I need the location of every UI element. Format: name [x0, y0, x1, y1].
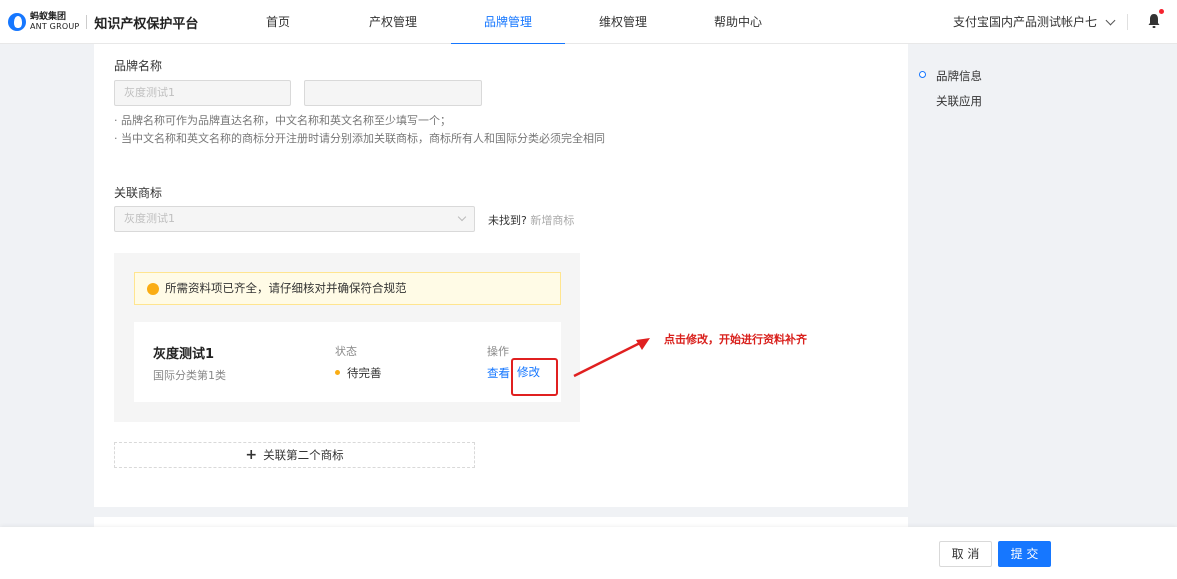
notification-dot: [1159, 9, 1164, 14]
bell-icon[interactable]: [1147, 13, 1161, 29]
brand-name-label: 品牌名称: [114, 59, 163, 73]
logo-cn-text: 蚂蚁集团: [30, 12, 67, 22]
trademark-item: [134, 322, 561, 402]
annotation-arrow-icon: [573, 338, 650, 378]
brand-name-hint-2: · 当中文名称和英文名称的商标分开注册时请分别添加关联商标，商标所有人和国际分类…: [114, 132, 605, 145]
top-navbar: 蚂蚁集团 ANT GROUP 知识产权保护平台 首页 产权管理 品牌管理 维权管…: [0, 0, 1177, 45]
nav-rights-protection[interactable]: 维权管理: [594, 0, 652, 44]
plus-icon: +: [245, 447, 258, 463]
add-second-trademark-label: 关联第二个商标: [263, 448, 344, 462]
nav-help-center[interactable]: 帮助中心: [709, 0, 767, 44]
warning-dot-icon: [147, 283, 159, 295]
brand-name-en-input[interactable]: [304, 80, 482, 106]
not-found-row: 未找到? 新增商标: [488, 212, 574, 228]
trademark-select-value: 灰度测试1: [124, 212, 175, 225]
chevron-down-icon: [457, 212, 467, 222]
ant-logo-icon: [8, 13, 26, 31]
ant-group-logo[interactable]: 蚂蚁集团 ANT GROUP 知识产权保护平台: [8, 10, 198, 34]
platform-title: 知识产权保护平台: [94, 16, 199, 32]
status-dot: [335, 370, 340, 375]
status-value: 待完善: [347, 366, 382, 380]
cancel-button[interactable]: 取 消: [939, 541, 992, 567]
account-dropdown[interactable]: 支付宝国内产品测试帐户七: [953, 0, 1116, 44]
anchor-nav: [908, 44, 1177, 527]
anchor-related-apps[interactable]: 关联应用: [936, 93, 982, 109]
logo-en-text: ANT GROUP: [30, 22, 80, 31]
nav-home[interactable]: 首页: [258, 0, 298, 44]
alert-text: 所需资料项已齐全，请仔细核对并确保符合规范: [165, 281, 407, 295]
anchor-active-dot-icon: [919, 71, 926, 78]
trademark-label: 关联商标: [114, 186, 163, 200]
annotation-note: 点击修改，开始进行资料补齐: [664, 333, 807, 346]
submit-button[interactable]: 提 交: [998, 541, 1051, 567]
brand-name-cn-input[interactable]: 灰度测试1: [114, 80, 291, 106]
nav-ip-management[interactable]: 产权管理: [364, 0, 422, 44]
chevron-down-icon: [1105, 15, 1116, 25]
view-link[interactable]: 查看: [487, 365, 510, 381]
completeness-alert: 所需资料项已齐全，请仔细核对并确保符合规范: [134, 272, 561, 305]
annotation-highlight-box: [511, 358, 558, 396]
account-name: 支付宝国内产品测试帐户七: [953, 15, 1098, 29]
trademark-select[interactable]: 灰度测试1: [114, 206, 475, 232]
anchor-brand-info[interactable]: 品牌信息: [936, 68, 982, 84]
trademark-class: 国际分类第1类: [153, 369, 226, 382]
logo-divider: [86, 15, 88, 29]
add-trademark-link[interactable]: 新增商标: [530, 214, 574, 227]
action-header: 操作: [487, 345, 509, 358]
nav-divider: [1127, 14, 1128, 30]
not-found-text: 未找到?: [488, 214, 527, 227]
brand-name-hint-1: · 品牌名称可作为品牌直达名称，中文名称和英文名称至少填写一个；: [114, 114, 451, 127]
card-bottom-strip: [94, 517, 908, 527]
nav-brand-management[interactable]: 品牌管理: [451, 0, 565, 45]
trademark-name: 灰度测试1: [153, 347, 215, 362]
add-second-trademark-button[interactable]: + 关联第二个商标: [114, 442, 475, 468]
status-header: 状态: [335, 345, 357, 358]
